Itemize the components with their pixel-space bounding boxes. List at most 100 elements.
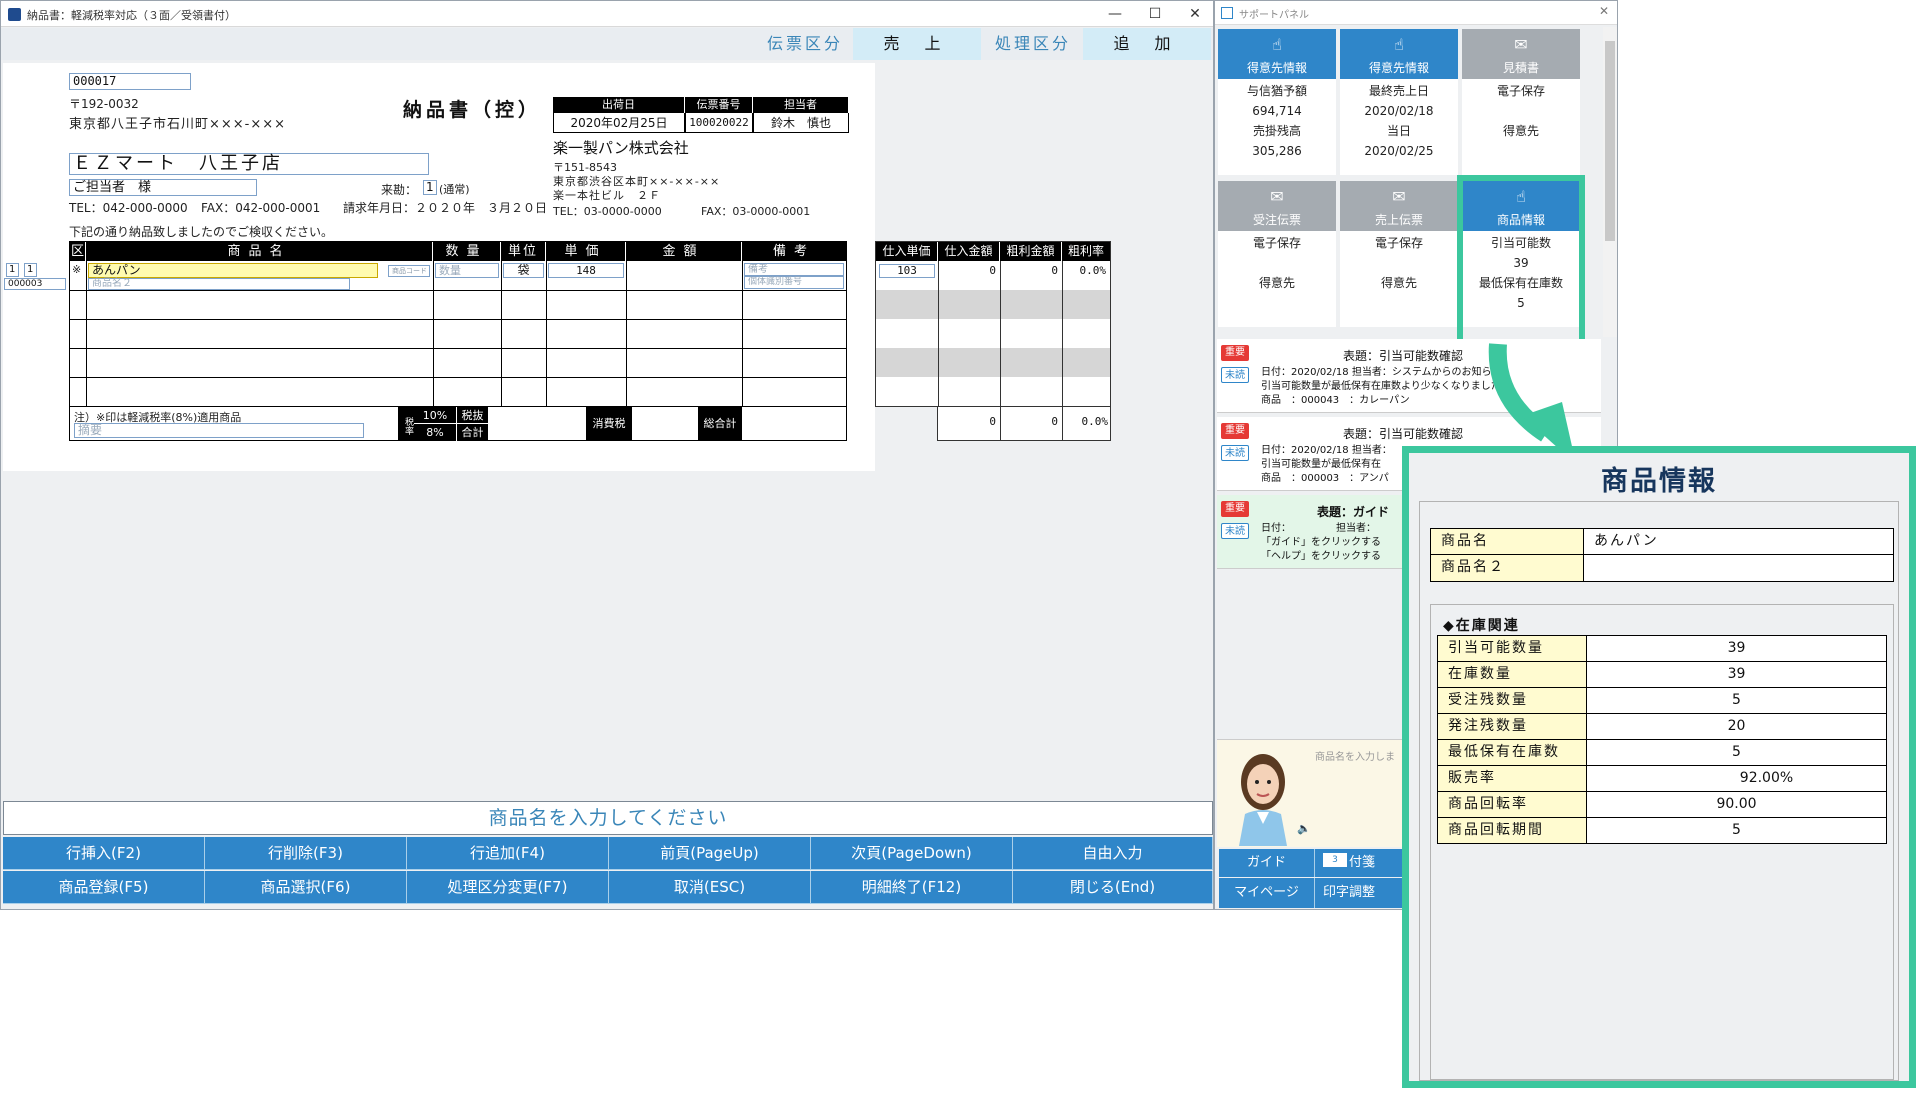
speaker-icon[interactable]: 🔈 — [1297, 822, 1311, 835]
raikan-field[interactable]: 1 — [423, 180, 437, 195]
unread-tag: 未読 — [1221, 523, 1249, 539]
row-code-2[interactable]: 1 — [24, 263, 37, 277]
cost-amount-value: 0 — [989, 264, 996, 277]
panel-scrollbar[interactable] — [1603, 27, 1617, 337]
customer-name-field[interactable]: ＥＺマート 八王子店 — [69, 153, 429, 175]
serial-field[interactable]: 個体識別番号 — [744, 276, 844, 289]
intro-text: 下記の通り納品致しましたのでご検収ください。 — [69, 225, 334, 239]
panel-close-icon[interactable]: ✕ — [1599, 4, 1609, 18]
col-price-header: 単価 — [546, 242, 626, 261]
cancel-button[interactable]: 取消(ESC) — [609, 871, 811, 904]
fusen-count-badge: 3 — [1323, 853, 1347, 867]
cost-totals: 0 0 0.0% — [937, 407, 1111, 441]
staff-field[interactable]: 鈴木 慎也 — [753, 113, 849, 133]
delete-row-button[interactable]: 行削除(F3) — [205, 837, 407, 870]
item-code-button[interactable]: 商品コード — [388, 265, 430, 277]
notice-line1: 日付：2020/02/18 担当者： — [1261, 445, 1392, 456]
tile-credit-line4: 305,286 — [1252, 144, 1302, 158]
contact-field[interactable]: ご担当者 様 — [69, 179, 257, 196]
ship-date-header: 出荷日 — [553, 97, 685, 113]
important-tag: 重要 — [1221, 501, 1249, 517]
pointer-icon: ☝ — [1394, 35, 1404, 54]
col-unit-header: 単位 — [501, 242, 546, 261]
finish-details-button[interactable]: 明細終了(F12) — [811, 871, 1013, 904]
tile-order-line1: 電子保存 — [1252, 236, 1301, 250]
unit-field[interactable]: 袋 — [503, 263, 544, 278]
tile-customer-sales[interactable]: ☝ 得意先情報 最終売上日 2020/02/18 当日 2020/02/25 — [1340, 29, 1458, 175]
prev-page-button[interactable]: 前頁(PageUp) — [609, 837, 811, 870]
ship-date-field[interactable]: 2020年02月25日 — [553, 113, 685, 133]
process-type-value[interactable]: 追 加 — [1083, 28, 1211, 60]
company-fax: FAX：03-0000-0001 — [701, 205, 811, 218]
tile-estimate-title: 見積書 — [1502, 61, 1539, 75]
note-field[interactable]: 備考 — [744, 263, 844, 276]
customer-address: 東京都八王子市石川町×××-××× — [69, 117, 287, 132]
grand-total-label: 総合計 — [698, 407, 742, 441]
customer-code-field[interactable]: 000017 — [69, 73, 191, 90]
input-hint-bar: 商品名を入力してください — [3, 801, 1213, 835]
register-item-button[interactable]: 商品登録(F5) — [3, 871, 205, 904]
gross-profit-value: 0 — [1051, 264, 1058, 277]
change-process-button[interactable]: 処理区分変更(F7) — [407, 871, 609, 904]
tile-sales-slip[interactable]: ✉ 売上伝票 電子保存 得意先 — [1340, 181, 1458, 327]
unit-price-field[interactable]: 148 — [548, 263, 624, 278]
function-key-bar: 行挿入(F2) 行削除(F3) 行追加(F4) 前頁(PageUp) 次頁(Pa… — [3, 837, 1213, 905]
panel-button-row-2: マイページ 印字調整 — [1219, 878, 1413, 908]
tax-excl-label: 税抜 — [456, 407, 488, 424]
stock-section-title: ◆在庫関連 — [1443, 618, 1520, 634]
qty-field[interactable]: 数量 — [435, 263, 499, 278]
tile-customer-credit[interactable]: ☝ 得意先情報 与信猶予額 694,714 売掛残高 305,286 — [1218, 29, 1336, 175]
free-input-button[interactable]: 自由入力 — [1013, 837, 1213, 870]
mypage-button[interactable]: マイページ — [1219, 878, 1315, 908]
tile-sales-line2: 2020/02/18 — [1364, 104, 1434, 118]
close-icon[interactable]: ✕ — [1177, 4, 1213, 24]
pointer-icon: ☝ — [1272, 35, 1282, 54]
important-tag: 重要 — [1221, 423, 1249, 439]
memo-field[interactable]: 摘要 — [74, 423, 364, 438]
tile-order-title: 受注伝票 — [1252, 213, 1301, 227]
item-name2-field[interactable]: 商品名２ — [88, 278, 350, 290]
add-row-button[interactable]: 行追加(F4) — [407, 837, 609, 870]
row-code-1[interactable]: 1 — [6, 263, 19, 277]
stock-label: 引当可能数量 — [1437, 635, 1587, 662]
fusen-button[interactable]: 付箋 — [1349, 849, 1375, 877]
stock-value: 90.00 — [1587, 791, 1887, 818]
guide-button[interactable]: ガイド — [1219, 849, 1315, 877]
tile-order-line3: 得意先 — [1258, 276, 1295, 290]
tax-rate-label: 税率 — [398, 407, 414, 441]
insert-row-button[interactable]: 行挿入(F2) — [3, 837, 205, 870]
col-name-header: 商品名 — [86, 242, 433, 261]
scroll-thumb[interactable] — [1605, 41, 1615, 241]
app-icon — [8, 8, 21, 21]
stock-label: 在庫数量 — [1437, 661, 1587, 688]
col-kubun-header: 区 — [70, 242, 86, 261]
notice-line2: 引当可能数量が最低保有在 — [1261, 459, 1381, 470]
cost-price-field[interactable]: 103 — [879, 264, 935, 278]
tile-estimate[interactable]: ✉ 見積書 電子保存 得意先 — [1462, 29, 1580, 175]
item-name-field[interactable]: あんパン — [88, 263, 378, 278]
row-number[interactable]: 000003 — [4, 278, 66, 290]
select-item-button[interactable]: 商品選択(F6) — [205, 871, 407, 904]
gross-profit-total: 0 — [1051, 415, 1058, 428]
tile-customer-sales-title: 得意先情報 — [1368, 61, 1429, 75]
billing-date: 請求年月日：２０２０年 ３月２０日 — [343, 201, 548, 215]
product-info-panel: 商品名 あんパン 商品名２ ◆在庫関連 引当可能数量 39 在庫数量 39 受注… — [1419, 501, 1899, 1081]
gross-profit-header: 粗利金額 — [1000, 242, 1062, 261]
col-note-header: 備考 — [742, 242, 846, 261]
close-button[interactable]: 閉じる(End) — [1013, 871, 1213, 904]
document-title: 納品書（控） — [403, 99, 542, 121]
stock-value: 5 — [1587, 739, 1887, 766]
stock-section: ◆在庫関連 引当可能数量 39 在庫数量 39 受注残数量 5 発注残数量 20… — [1430, 604, 1894, 1080]
tile-order-slip[interactable]: ✉ 受注伝票 電子保存 得意先 — [1218, 181, 1336, 327]
print-adjust-button[interactable]: 印字調整 — [1323, 878, 1375, 908]
maximize-icon[interactable]: ☐ — [1137, 4, 1173, 24]
slip-no-field[interactable]: 100020022 — [685, 113, 753, 133]
col-qty-header: 数量 — [433, 242, 501, 261]
slip-no-header: 伝票番号 — [685, 97, 753, 113]
next-page-button[interactable]: 次頁(PageDown) — [811, 837, 1013, 870]
tile-sales-line4: 2020/02/25 — [1364, 144, 1434, 158]
customer-fax: FAX：042-000-0001 — [201, 201, 321, 215]
delivery-slip-window: 納品書：軽減税率対応（３面／受領書付） — ☐ ✕ 伝票区分 売 上 処理区分 … — [0, 0, 1214, 910]
slip-type-value[interactable]: 売 上 — [853, 28, 981, 60]
minimize-icon[interactable]: — — [1097, 4, 1133, 24]
